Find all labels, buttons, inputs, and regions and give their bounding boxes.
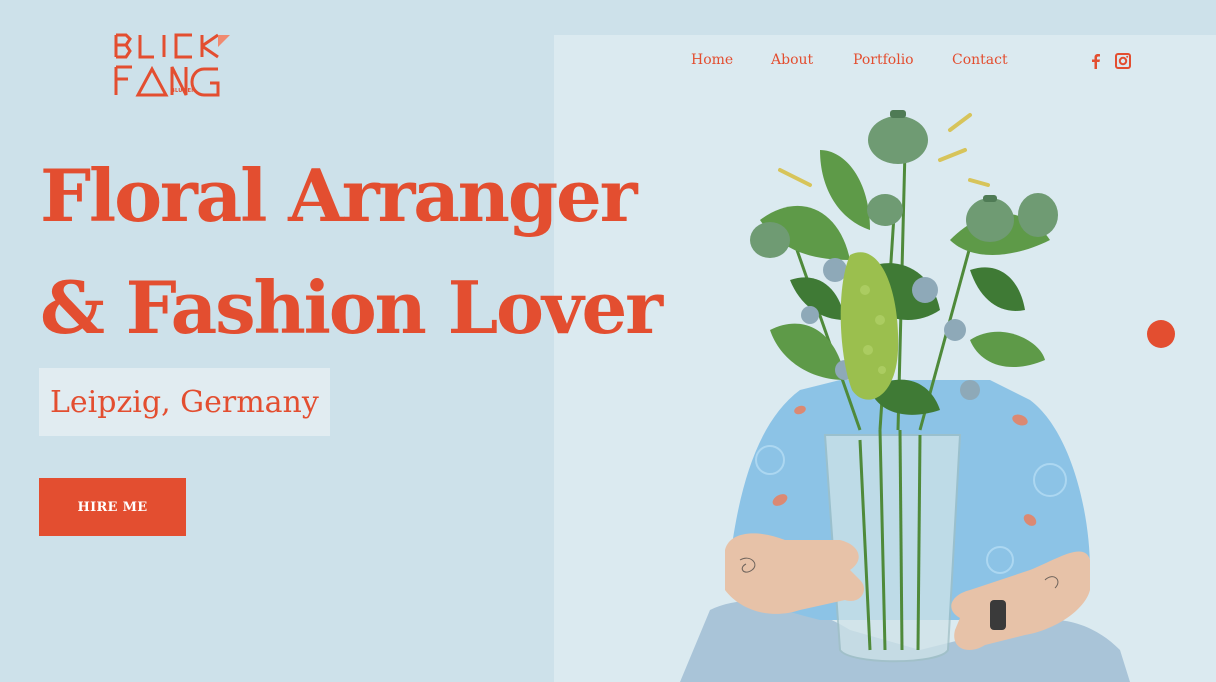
hire-me-button[interactable]: HIRE ME bbox=[39, 478, 186, 536]
hero-title: Floral Arranger & Fashion Lover bbox=[40, 140, 720, 364]
location-badge: Leipzig, Germany bbox=[39, 368, 330, 436]
decorative-dot bbox=[1147, 320, 1175, 348]
nav-about-link[interactable]: About bbox=[771, 52, 813, 68]
instagram-icon[interactable] bbox=[1114, 52, 1132, 70]
nav-contact-link[interactable]: Contact bbox=[952, 52, 1008, 68]
hero-title-line2: & Fashion Lover bbox=[40, 265, 663, 350]
logo-subtitle: BLUMEN bbox=[171, 88, 196, 94]
location-text: Leipzig, Germany bbox=[50, 384, 319, 420]
hero-title-line1: Floral Arranger bbox=[40, 153, 638, 238]
nav-portfolio-link[interactable]: Portfolio bbox=[853, 52, 914, 68]
nav-home-link[interactable]: Home bbox=[691, 52, 733, 68]
hero-photo-person-with-flowers bbox=[670, 90, 1140, 682]
facebook-icon[interactable] bbox=[1087, 52, 1105, 70]
